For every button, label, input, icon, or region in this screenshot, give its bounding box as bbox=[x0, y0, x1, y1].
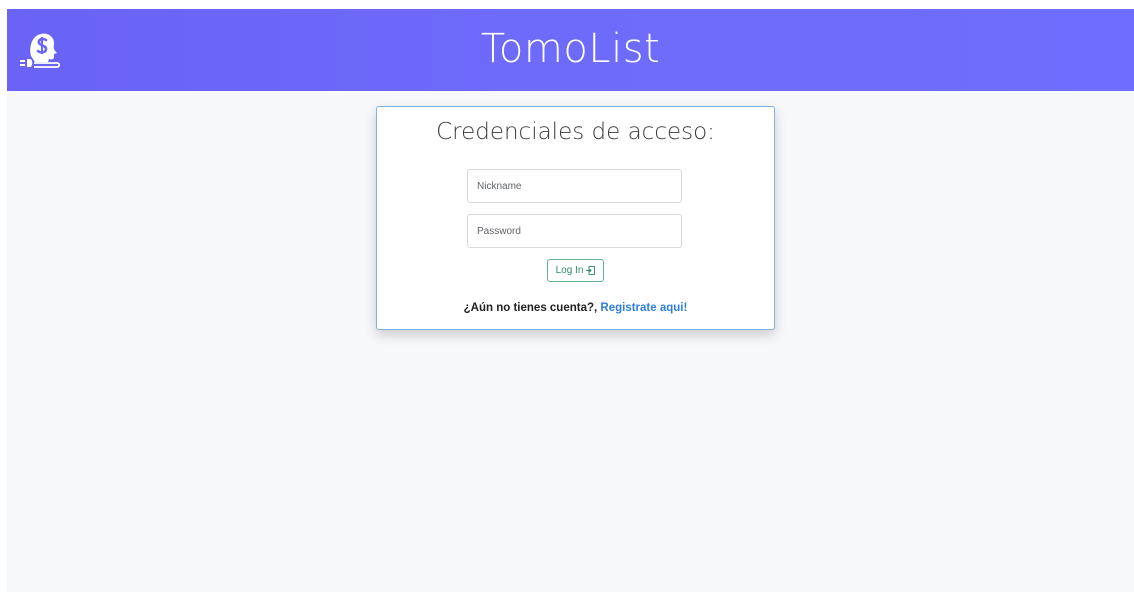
nickname-input[interactable] bbox=[467, 169, 682, 203]
register-link[interactable]: Registrate aqui! bbox=[600, 302, 687, 314]
register-prompt: ¿Aún no tienes cuenta?, Registrate aqui! bbox=[377, 302, 774, 314]
login-card: Credenciales de acceso: Log In ¿Aún no t… bbox=[376, 106, 775, 330]
password-input[interactable] bbox=[467, 214, 682, 248]
app-title: TomoList bbox=[480, 26, 661, 72]
login-button[interactable]: Log In bbox=[547, 259, 604, 282]
top-header: TomoList bbox=[7, 9, 1134, 91]
login-card-title: Credenciales de acceso: bbox=[436, 119, 715, 145]
login-arrow-icon bbox=[586, 266, 596, 275]
app-frame: TomoList Credenciales de acceso: Log In … bbox=[7, 9, 1134, 592]
login-button-label: Log In bbox=[555, 265, 584, 276]
register-prompt-text: ¿Aún no tienes cuenta?, bbox=[463, 302, 598, 314]
